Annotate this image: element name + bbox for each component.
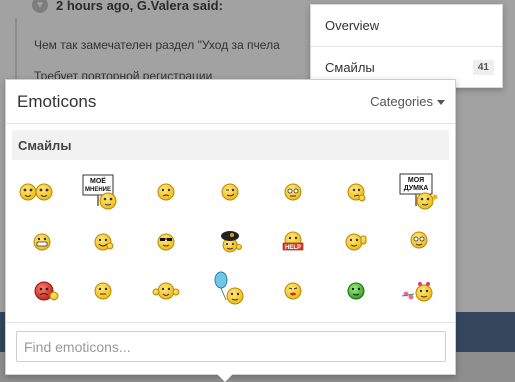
smiley-wink[interactable] [221, 183, 239, 201]
smiley-surprised[interactable] [284, 183, 302, 201]
caret-down-icon [437, 99, 445, 105]
post-header: ▼ 2 hours ago, G.Valera said: [32, 0, 223, 13]
help-badge-text: HELP [285, 245, 301, 251]
chevron-down-icon: ▼ [32, 0, 48, 13]
menu-item-overview[interactable]: Overview [311, 5, 502, 46]
sign-text-top: МОЁ [90, 177, 106, 185]
smiley-thumbs-up[interactable] [345, 233, 367, 251]
emoticons-popup: Emoticons Categories Смайлы МОЁ МНЕНИЕ М… [5, 79, 456, 382]
overview-menu: Overview Смайлы 41 [310, 4, 503, 95]
popup-pointer [217, 374, 233, 382]
sign-text-top: МОЯ [408, 177, 424, 184]
smiley-help[interactable]: HELP [282, 231, 304, 251]
smiley-with-flowers[interactable] [401, 282, 433, 302]
smiley-thinking[interactable] [347, 183, 366, 202]
categories-dropdown[interactable]: Categories [370, 94, 445, 109]
categories-label: Categories [370, 94, 433, 109]
smiley-balloon[interactable] [214, 271, 244, 305]
smiley-big-grin[interactable] [33, 233, 51, 251]
smiley-sad[interactable] [157, 183, 175, 201]
smiley-two-faces[interactable] [19, 183, 53, 201]
smiley-sign-my-thought[interactable]: МОЯ ДУМКА [399, 173, 438, 210]
smiley-wide-eyes[interactable] [410, 231, 428, 249]
menu-item-label: Смайлы [325, 59, 375, 75]
smiley-with-hat[interactable] [221, 231, 242, 253]
smiley-angry-red[interactable] [34, 281, 59, 301]
emoticons-header: Emoticons Categories [6, 80, 455, 124]
smiley-smile[interactable] [94, 233, 114, 251]
smiley-unsure[interactable] [284, 282, 302, 300]
smiley-sunglasses[interactable] [157, 233, 175, 251]
emoticons-footer [6, 322, 455, 374]
category-heading: Смайлы [12, 130, 449, 160]
smiley-clapping[interactable] [152, 282, 180, 300]
smiley-sign-my-opinion[interactable]: МОЁ МНЕНИЕ [82, 174, 117, 210]
count-badge: 41 [472, 59, 494, 75]
sign-text-bottom: МНЕНИЕ [85, 187, 111, 193]
smiley-neutral[interactable] [94, 282, 112, 300]
smiley-green[interactable] [347, 282, 365, 300]
sign-text-bottom: ДУМКА [404, 185, 429, 192]
menu-item-label: Overview [325, 18, 380, 33]
quote-bar [15, 18, 17, 88]
post-author-line: 2 hours ago, G.Valera said: [56, 0, 223, 13]
find-emoticons-input[interactable] [16, 331, 446, 362]
post-text-line: Чем так замечателен раздел "Уход за пчел… [34, 38, 280, 52]
emoticons-title: Emoticons [17, 91, 97, 111]
